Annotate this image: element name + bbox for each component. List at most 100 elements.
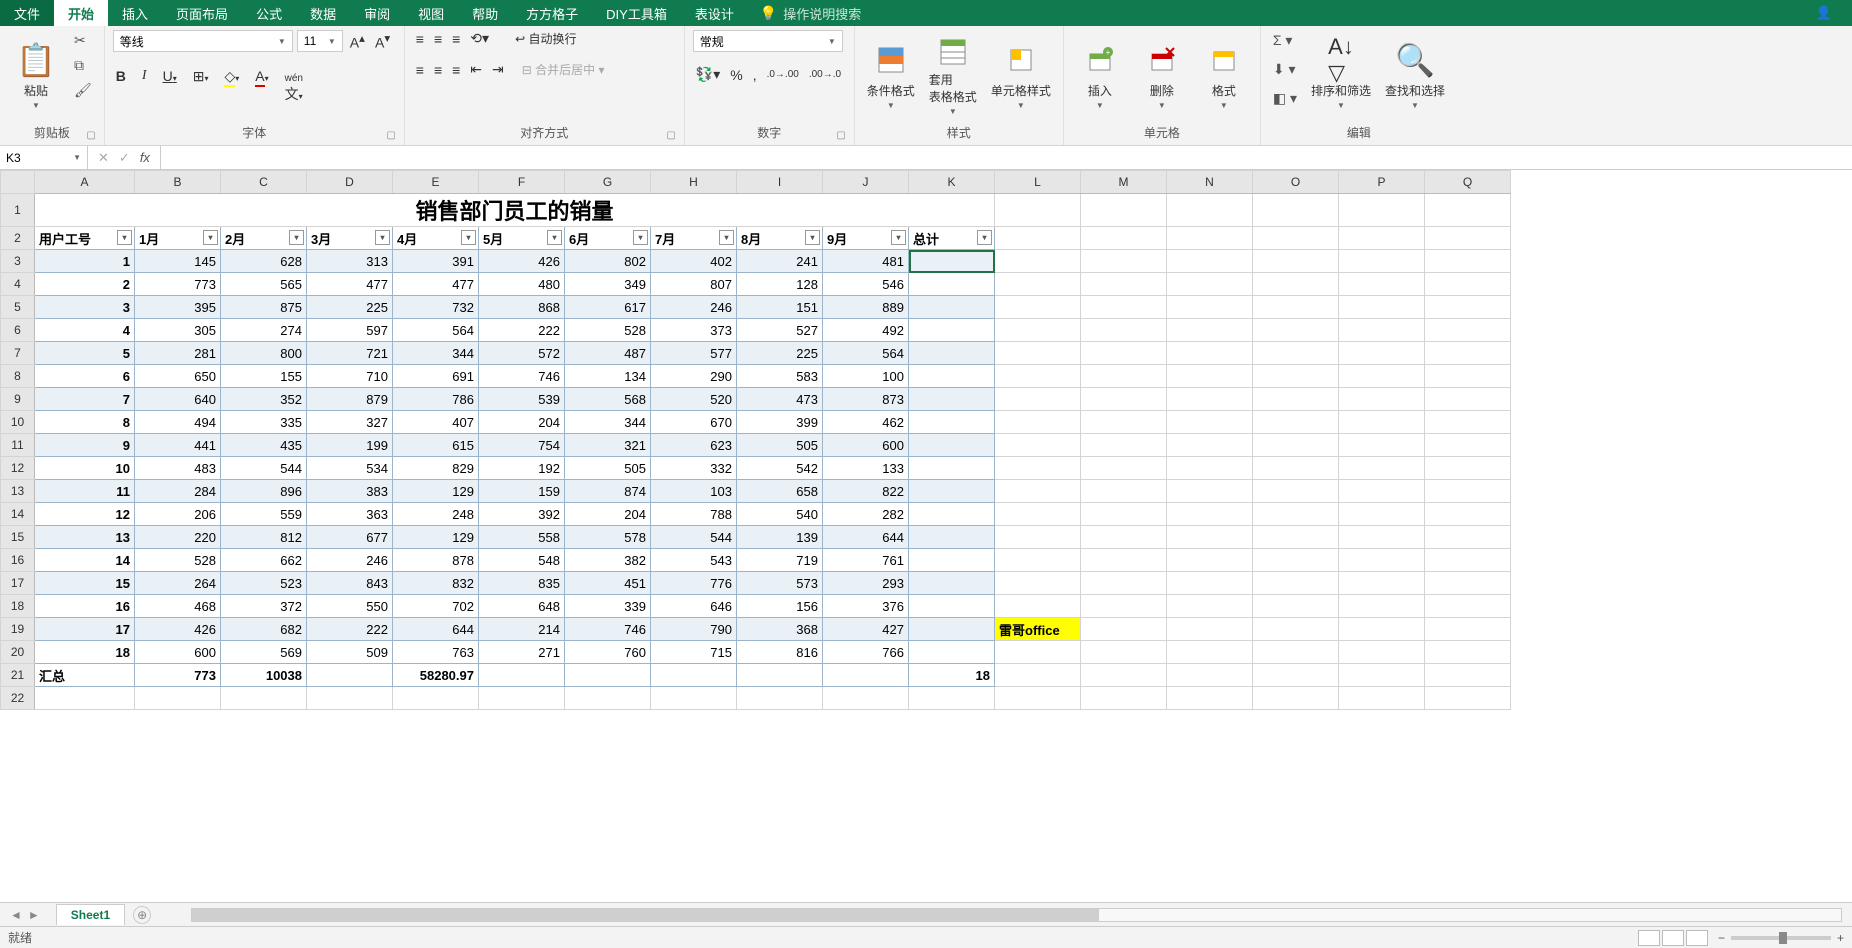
column-header-I[interactable]: I xyxy=(737,171,823,194)
filter-dropdown-icon[interactable]: ▾ xyxy=(891,230,906,245)
conditional-format-button[interactable]: 条件格式▼ xyxy=(863,30,919,118)
cell[interactable] xyxy=(1425,457,1511,480)
tab-file[interactable]: 文件 xyxy=(0,0,54,26)
table-cell[interactable]: 14 xyxy=(35,549,135,572)
table-cell[interactable]: 402 xyxy=(651,250,737,273)
table-cell[interactable]: 715 xyxy=(651,641,737,664)
cell[interactable] xyxy=(1081,480,1167,503)
zoom-slider[interactable] xyxy=(1731,936,1831,940)
summary-cell[interactable]: 10038 xyxy=(221,664,307,687)
cell[interactable] xyxy=(1167,549,1253,572)
tell-me-search[interactable]: 💡 操作说明搜索 xyxy=(760,0,861,26)
cell[interactable] xyxy=(1339,572,1425,595)
table-cell[interactable]: 702 xyxy=(393,595,479,618)
table-cell[interactable]: 426 xyxy=(135,618,221,641)
cell[interactable] xyxy=(1081,411,1167,434)
cell[interactable] xyxy=(565,687,651,710)
table-header-3[interactable]: 3月▾ xyxy=(307,227,393,250)
cell[interactable] xyxy=(1081,250,1167,273)
column-header-P[interactable]: P xyxy=(1339,171,1425,194)
table-cell[interactable]: 373 xyxy=(651,319,737,342)
table-cell[interactable]: 648 xyxy=(479,595,565,618)
cell[interactable] xyxy=(1253,526,1339,549)
table-cell[interactable]: 583 xyxy=(737,365,823,388)
cell[interactable] xyxy=(1167,503,1253,526)
cell[interactable] xyxy=(995,227,1081,250)
cell[interactable] xyxy=(1339,618,1425,641)
table-cell[interactable]: 670 xyxy=(651,411,737,434)
underline-button[interactable]: U▾ xyxy=(160,68,180,104)
row-header-15[interactable]: 15 xyxy=(1,526,35,549)
column-header-Q[interactable]: Q xyxy=(1425,171,1511,194)
cell[interactable] xyxy=(1167,342,1253,365)
table-cell[interactable]: 139 xyxy=(737,526,823,549)
cell[interactable] xyxy=(823,687,909,710)
cell[interactable] xyxy=(1167,273,1253,296)
table-cell[interactable] xyxy=(909,296,995,319)
cell[interactable] xyxy=(1253,411,1339,434)
table-cell[interactable]: 548 xyxy=(479,549,565,572)
cell[interactable] xyxy=(995,480,1081,503)
paste-button[interactable]: 📋 粘贴 ▼ xyxy=(8,30,64,118)
table-cell[interactable]: 505 xyxy=(737,434,823,457)
table-cell[interactable]: 293 xyxy=(823,572,909,595)
cell[interactable] xyxy=(1425,250,1511,273)
decrease-decimal-button[interactable]: .00→.0 xyxy=(806,69,844,80)
table-cell[interactable]: 305 xyxy=(135,319,221,342)
cell[interactable] xyxy=(35,687,135,710)
filter-dropdown-icon[interactable]: ▾ xyxy=(289,230,304,245)
table-cell[interactable]: 129 xyxy=(393,480,479,503)
cell[interactable] xyxy=(1253,365,1339,388)
cell[interactable] xyxy=(1253,687,1339,710)
cell[interactable] xyxy=(995,664,1081,687)
row-header-2[interactable]: 2 xyxy=(1,227,35,250)
bold-button[interactable]: B xyxy=(113,68,129,104)
summary-cell[interactable] xyxy=(651,664,737,687)
name-box[interactable]: K3▼ xyxy=(0,146,88,169)
table-cell[interactable]: 468 xyxy=(135,595,221,618)
table-cell[interactable]: 4 xyxy=(35,319,135,342)
tab-formulas[interactable]: 公式 xyxy=(242,0,296,26)
cell[interactable] xyxy=(1253,342,1339,365)
table-cell[interactable] xyxy=(909,457,995,480)
tab-review[interactable]: 审阅 xyxy=(350,0,404,26)
table-cell[interactable]: 407 xyxy=(393,411,479,434)
row-header-10[interactable]: 10 xyxy=(1,411,35,434)
cell[interactable] xyxy=(1253,250,1339,273)
row-header-1[interactable]: 1 xyxy=(1,194,35,227)
cell[interactable] xyxy=(1081,618,1167,641)
table-cell[interactable]: 788 xyxy=(651,503,737,526)
cell[interactable] xyxy=(1339,687,1425,710)
table-header-4[interactable]: 4月▾ xyxy=(393,227,479,250)
cell[interactable] xyxy=(1339,296,1425,319)
cell[interactable] xyxy=(1339,526,1425,549)
cell[interactable] xyxy=(1167,457,1253,480)
table-cell[interactable]: 363 xyxy=(307,503,393,526)
table-cell[interactable]: 3 xyxy=(35,296,135,319)
cell[interactable] xyxy=(995,687,1081,710)
table-cell[interactable]: 873 xyxy=(823,388,909,411)
row-header-21[interactable]: 21 xyxy=(1,664,35,687)
filter-dropdown-icon[interactable]: ▾ xyxy=(547,230,562,245)
row-header-20[interactable]: 20 xyxy=(1,641,35,664)
table-cell[interactable]: 650 xyxy=(135,365,221,388)
table-cell[interactable]: 6 xyxy=(35,365,135,388)
tab-data[interactable]: 数据 xyxy=(296,0,350,26)
table-cell[interactable]: 473 xyxy=(737,388,823,411)
table-cell[interactable]: 335 xyxy=(221,411,307,434)
tab-fangfang[interactable]: 方方格子 xyxy=(512,0,592,26)
table-cell[interactable]: 145 xyxy=(135,250,221,273)
sheet-nav-prev-icon[interactable]: ◄ xyxy=(10,908,22,922)
cancel-formula-icon[interactable]: ✕ xyxy=(98,150,109,166)
cell[interactable] xyxy=(479,687,565,710)
cell[interactable] xyxy=(1339,411,1425,434)
table-cell[interactable]: 662 xyxy=(221,549,307,572)
new-sheet-button[interactable]: ⊕ xyxy=(133,906,151,924)
table-cell[interactable]: 246 xyxy=(651,296,737,319)
table-cell[interactable] xyxy=(909,319,995,342)
table-cell[interactable]: 573 xyxy=(737,572,823,595)
find-select-button[interactable]: 🔍 查找和选择▼ xyxy=(1381,30,1449,118)
cell[interactable] xyxy=(1081,194,1167,227)
table-cell[interactable] xyxy=(909,549,995,572)
tab-diy-toolbox[interactable]: DIY工具箱 xyxy=(592,0,681,26)
